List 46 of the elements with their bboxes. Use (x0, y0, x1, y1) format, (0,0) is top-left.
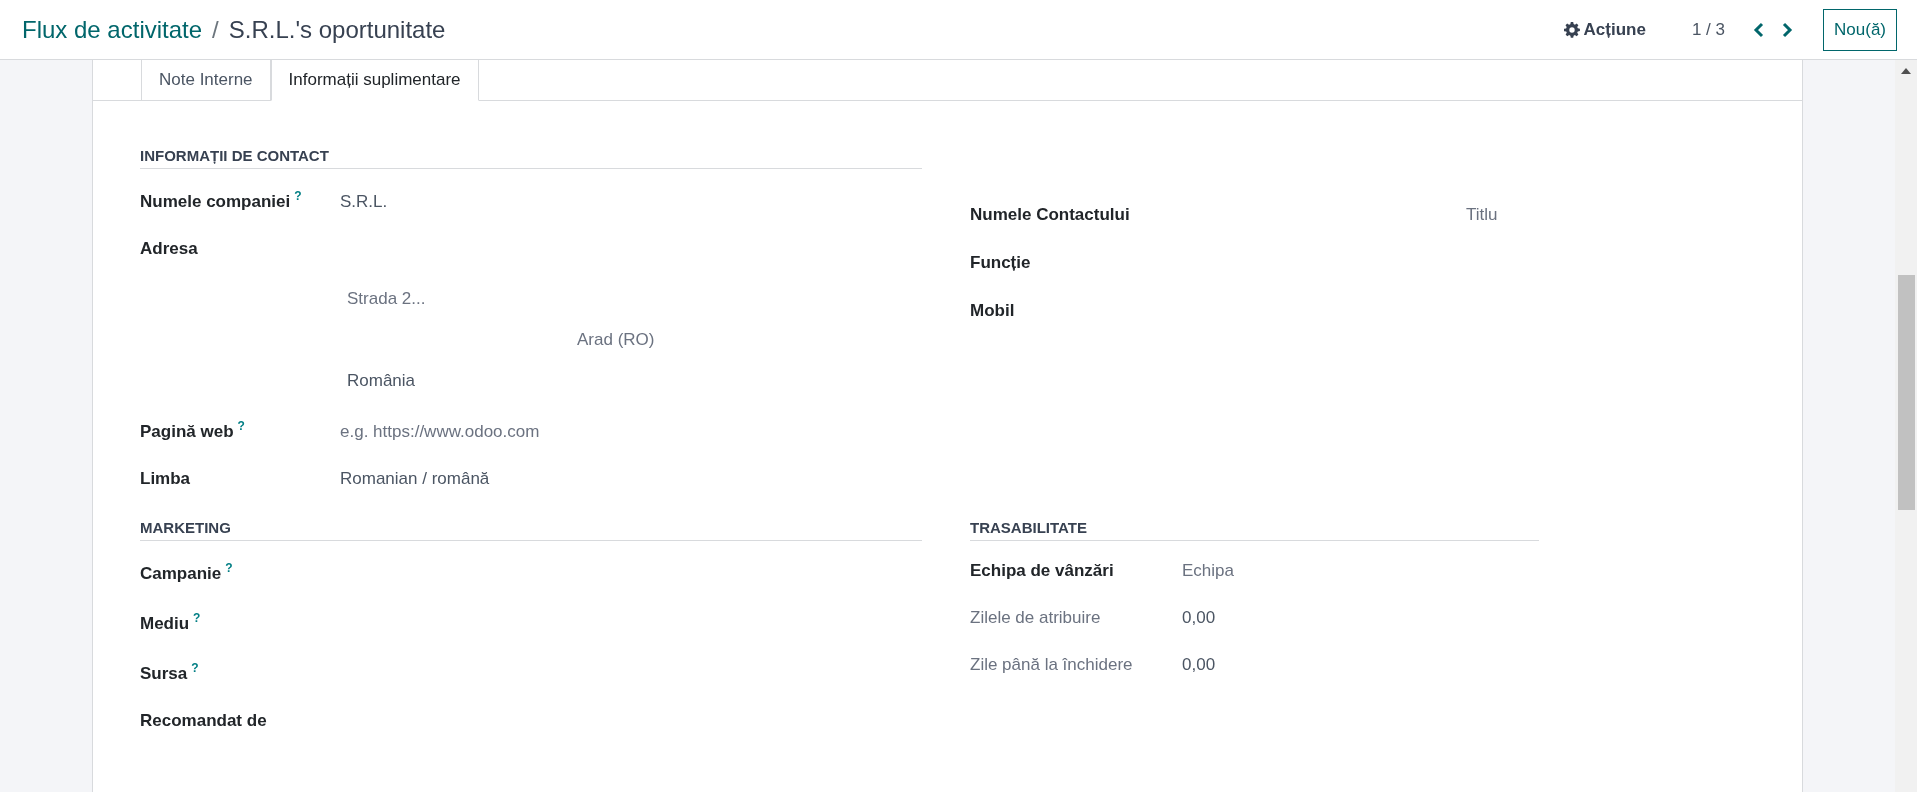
field-label: Adresa (140, 239, 198, 258)
input-field[interactable]: Titlu (1466, 205, 1498, 224)
address-field[interactable]: Arad (RO) (577, 330, 655, 349)
chevron-right-icon (1781, 21, 1794, 38)
scrollbar[interactable] (1895, 60, 1917, 792)
field-label: Mediu (140, 613, 190, 633)
scrollbar-thumb[interactable] (1898, 275, 1915, 510)
help-tooltip[interactable]: ? (225, 561, 233, 575)
field-value[interactable]: Romanian / română (340, 469, 490, 488)
input-field[interactable]: e.g. https://www.odoo.com (340, 421, 540, 441)
tab[interactable]: Note Interne (141, 60, 271, 101)
section-heading: TRASABILITATE (970, 519, 1539, 541)
field-value[interactable]: S.R.L. (340, 191, 388, 211)
help-tooltip[interactable]: ? (193, 611, 201, 625)
gear-icon (1563, 21, 1580, 38)
breadcrumb-link[interactable]: Flux de activitate (22, 15, 203, 44)
field-label: Campanie (140, 563, 222, 583)
address-field[interactable]: România (347, 371, 416, 390)
field-label: Zilele de atribuire (970, 608, 1101, 627)
help-tooltip[interactable]: ? (294, 189, 302, 203)
help-tooltip[interactable]: ? (191, 661, 199, 675)
input-field[interactable]: Echipa (1182, 561, 1234, 580)
field-label: Recomandat de (140, 711, 267, 730)
new-button[interactable]: Nou(ă) (1823, 8, 1897, 51)
address-field[interactable]: Strada 2... (347, 289, 426, 308)
section-heading: INFORMAȚII DE CONTACT (140, 147, 922, 169)
pager-counter[interactable]: 1 / 3 (1691, 19, 1726, 40)
field-label: Pagină web (140, 421, 234, 441)
field-label: Numele companiei (140, 191, 291, 211)
record-title: S.R.L.'s oportunitate (228, 15, 446, 44)
field-label: Mobil (970, 301, 1015, 320)
section-heading: MARKETING (140, 519, 922, 541)
chevron-left-icon (1753, 21, 1766, 38)
field-label: Limba (140, 469, 191, 488)
field-label: Sursa (140, 663, 188, 683)
field-label: Numele Contactului (970, 205, 1130, 224)
field-value: 0,00 (1182, 655, 1216, 674)
help-tooltip[interactable]: ? (237, 419, 245, 433)
scroll-up-icon (1901, 68, 1911, 74)
field-label: Echipa de vânzări (970, 561, 1114, 580)
field-label: Funcție (970, 253, 1031, 272)
action-button[interactable]: Acțiune (1557, 13, 1652, 46)
tab[interactable]: Informații suplimentare (270, 60, 479, 101)
breadcrumb-separator: / (212, 15, 219, 44)
field-label: Zile până la închidere (970, 655, 1133, 674)
field-value: 0,00 (1182, 608, 1216, 627)
